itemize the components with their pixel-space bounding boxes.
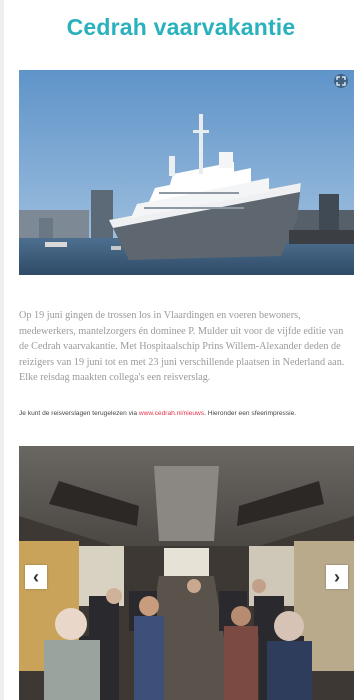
gallery-prev-button[interactable]: ‹ [25,565,47,589]
page-title: Cedrah vaarvakantie [66,14,296,40]
expand-arrows-icon [336,76,346,86]
chevron-left-icon: ‹ [33,567,39,587]
gallery-next-button[interactable]: › [326,565,348,589]
photo-gallery[interactable]: ‹ › [19,446,354,700]
bus-passengers-photo [19,446,354,700]
page-card: Cedrah vaarvakantie Op 19 juni gingen de… [4,0,358,700]
cruise-ship-illustration [19,70,354,275]
article-intro: Op 19 juni gingen de trossen los in Vlaa… [19,310,345,384]
cruise-ship-photo[interactable] [19,70,354,275]
news-link[interactable]: www.cedrah.nl/nieuws [139,410,204,417]
expand-icon[interactable] [334,74,348,88]
note-prefix: Je kunt de reisverslagen terugelezen via [19,410,139,417]
chevron-right-icon: › [334,567,340,587]
note-suffix: . Hieronder een sfeerimpressie. [204,410,297,417]
report-note: Je kunt de reisverslagen terugelezen via… [19,410,354,417]
